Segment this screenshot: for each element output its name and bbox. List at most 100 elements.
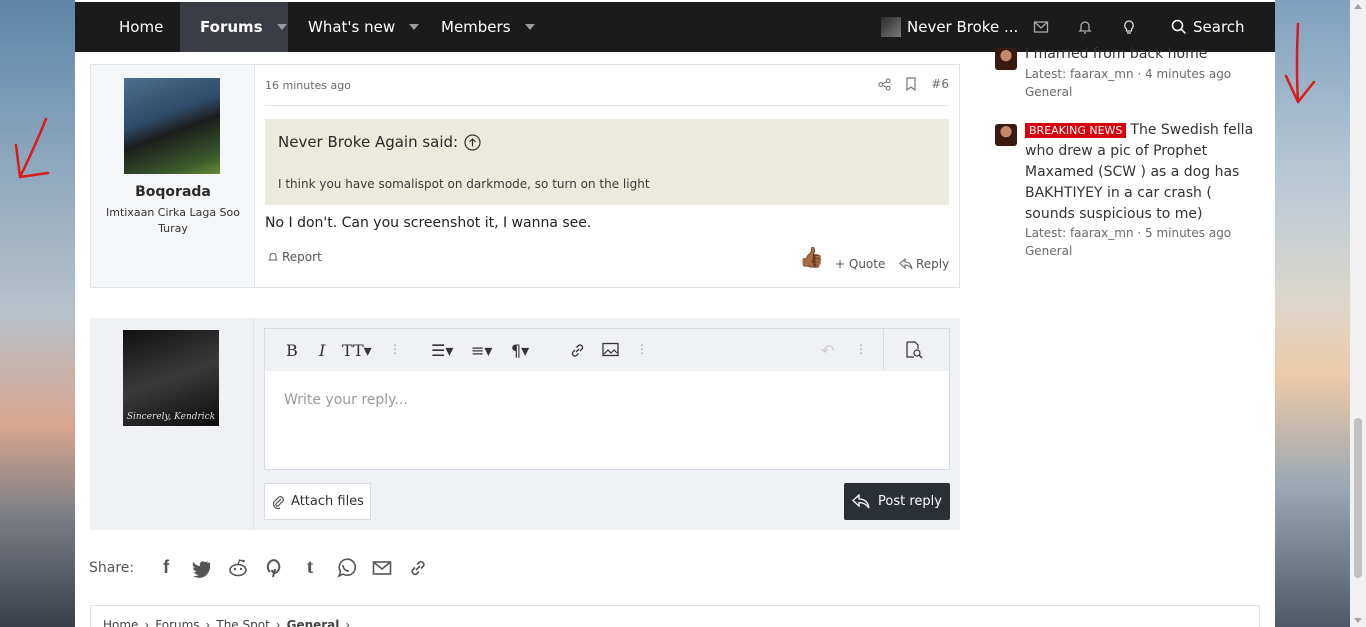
thread-latest[interactable]: Latest: faarax_mn · 4 minutes ago bbox=[1025, 65, 1231, 83]
chevron-down-icon[interactable] bbox=[409, 24, 420, 30]
post-body: No I don't. Can you screenshot it, I wan… bbox=[265, 215, 592, 231]
nav-home[interactable]: Home bbox=[119, 2, 163, 52]
post-author-name[interactable]: Boqorada bbox=[91, 184, 255, 200]
link-icon[interactable] bbox=[569, 342, 586, 359]
arrow-up-circle-icon[interactable] bbox=[464, 133, 481, 151]
thread-title-block[interactable]: BREAKING NEWS The Swedish fella who drew … bbox=[1025, 120, 1255, 225]
avatar-caption: Sincerely, Kendrick bbox=[126, 412, 216, 422]
quote-text: I think you have somalispot on darkmode,… bbox=[278, 177, 650, 191]
breadcrumb-separator: › bbox=[275, 618, 281, 627]
twitter-icon[interactable] bbox=[184, 558, 220, 578]
avatar[interactable] bbox=[124, 78, 220, 174]
nav-forums-label: Forums bbox=[200, 18, 263, 36]
reply-author-panel: Sincerely, Kendrick bbox=[90, 318, 254, 530]
lightbulb-icon[interactable] bbox=[1121, 19, 1137, 35]
quick-reply: Sincerely, Kendrick B I TT▾ ⋮ ☰▾ ≡▾ ¶▾ ⋮ bbox=[90, 318, 960, 530]
post-meta-actions: #6 bbox=[878, 77, 949, 91]
bookmark-icon[interactable] bbox=[905, 77, 917, 91]
chevron-down-icon[interactable] bbox=[276, 24, 287, 30]
quote-header[interactable]: Never Broke Again said: bbox=[278, 133, 481, 151]
share-bar: Share: f t bbox=[89, 556, 436, 579]
bell-icon[interactable] bbox=[1077, 19, 1093, 35]
page-scrollbar[interactable] bbox=[1350, 0, 1366, 627]
divider bbox=[265, 105, 949, 106]
thread-forum[interactable]: General bbox=[1025, 242, 1072, 260]
rich-text-editor[interactable]: B I TT▾ ⋮ ☰▾ ≡▾ ¶▾ ⋮ ↶ ⋮ Write your repl… bbox=[264, 328, 950, 470]
annotation-arrow-right bbox=[1284, 22, 1316, 104]
thread-latest[interactable]: Latest: faarax_mn · 5 minutes ago bbox=[1025, 224, 1231, 242]
forum-post: Boqorada Imtixaan Cirka Laga Soo Turay 1… bbox=[90, 64, 960, 288]
italic-icon[interactable]: I bbox=[319, 341, 325, 360]
scrollbar-thumb[interactable] bbox=[1354, 418, 1362, 578]
avatar: Sincerely, Kendrick bbox=[123, 330, 219, 426]
post-number[interactable]: #6 bbox=[931, 77, 949, 91]
paragraph-icon[interactable]: ¶▾ bbox=[511, 341, 529, 360]
thread-title[interactable]: I married from back home bbox=[1025, 44, 1255, 65]
quote-block: Never Broke Again said: I think you have… bbox=[265, 119, 949, 205]
nav-username: Never Broke ... bbox=[907, 18, 1019, 36]
list-icon[interactable]: ☰▾ bbox=[431, 341, 453, 360]
reply-input[interactable]: Write your reply... bbox=[284, 392, 408, 408]
breadcrumb-item-general[interactable]: General bbox=[287, 618, 340, 627]
more-options-icon[interactable]: ⋮ bbox=[855, 342, 867, 356]
align-icon[interactable]: ≡▾ bbox=[471, 341, 492, 360]
image-icon[interactable] bbox=[602, 342, 619, 357]
annotation-arrow-left bbox=[14, 117, 50, 179]
bold-icon[interactable]: B bbox=[286, 341, 298, 360]
email-icon[interactable] bbox=[364, 558, 400, 578]
quote-button[interactable]: + Quote bbox=[835, 257, 885, 271]
bell-icon bbox=[268, 252, 278, 261]
more-options-icon[interactable]: ⋮ bbox=[389, 342, 401, 356]
facebook-icon[interactable]: f bbox=[148, 557, 184, 578]
breadcrumb-item-the-spot[interactable]: The Spot bbox=[216, 618, 269, 627]
breadcrumb-separator: › bbox=[205, 618, 211, 627]
post-timestamp[interactable]: 16 minutes ago bbox=[265, 79, 351, 92]
tumblr-icon[interactable]: t bbox=[292, 556, 328, 579]
scroll-down-icon[interactable] bbox=[1354, 618, 1362, 623]
chevron-down-icon[interactable] bbox=[524, 24, 535, 30]
quote-label: Quote bbox=[848, 257, 886, 271]
thread-forum[interactable]: General bbox=[1025, 83, 1072, 101]
link-icon[interactable] bbox=[400, 558, 436, 578]
background-left bbox=[0, 0, 75, 627]
text-size-icon[interactable]: TT▾ bbox=[342, 341, 372, 360]
quote-author: Never Broke Again said: bbox=[278, 133, 459, 151]
forum-page: Home Forums What's new Members Never Bro… bbox=[75, 0, 1275, 627]
share-label: Share: bbox=[89, 559, 135, 576]
reddit-icon[interactable] bbox=[220, 558, 256, 578]
divider bbox=[883, 329, 884, 371]
nav-whats-new[interactable]: What's new bbox=[308, 2, 420, 52]
pinterest-icon[interactable] bbox=[256, 558, 292, 578]
post-author-title: Imtixaan Cirka Laga Soo Turay bbox=[106, 206, 240, 235]
post-author-panel: Boqorada Imtixaan Cirka Laga Soo Turay bbox=[91, 65, 255, 287]
reply-button[interactable]: Reply bbox=[899, 257, 949, 271]
nav-forums[interactable]: Forums bbox=[180, 2, 288, 52]
more-options-icon[interactable]: ⋮ bbox=[636, 342, 648, 356]
scroll-up-icon[interactable] bbox=[1354, 4, 1362, 9]
avatar bbox=[881, 17, 901, 37]
inbox-icon[interactable] bbox=[1033, 19, 1049, 35]
breadcrumb-item-forums[interactable]: Forums bbox=[155, 618, 199, 627]
thumbs-up-icon[interactable]: 👍🏾 bbox=[799, 245, 824, 269]
preview-icon[interactable] bbox=[905, 341, 924, 359]
nav-account[interactable]: Never Broke ... bbox=[881, 2, 1018, 52]
post-reply-button[interactable]: Post reply bbox=[844, 483, 950, 520]
undo-icon[interactable]: ↶ bbox=[821, 341, 834, 360]
avatar[interactable] bbox=[995, 124, 1017, 146]
nav-search-label: Search bbox=[1193, 18, 1245, 36]
search-icon bbox=[1171, 19, 1187, 35]
breadcrumb-separator: › bbox=[144, 618, 150, 627]
whatsapp-icon[interactable] bbox=[328, 557, 364, 578]
nav-members[interactable]: Members bbox=[441, 2, 535, 52]
breadcrumb-item-home[interactable]: Home bbox=[103, 618, 138, 627]
avatar[interactable] bbox=[995, 48, 1017, 70]
share-icon[interactable] bbox=[878, 77, 891, 91]
nav-home-label: Home bbox=[119, 18, 164, 36]
breaking-news-badge: BREAKING NEWS bbox=[1025, 123, 1127, 138]
report-button[interactable]: Report bbox=[267, 250, 322, 264]
attach-files-button[interactable]: Attach files bbox=[264, 483, 371, 520]
reply-icon bbox=[899, 258, 913, 270]
editor-toolbar: B I TT▾ ⋮ ☰▾ ≡▾ ¶▾ ⋮ ↶ ⋮ bbox=[265, 329, 949, 371]
breadcrumb-separator: › bbox=[345, 618, 351, 627]
reply-label: Reply bbox=[916, 257, 950, 271]
